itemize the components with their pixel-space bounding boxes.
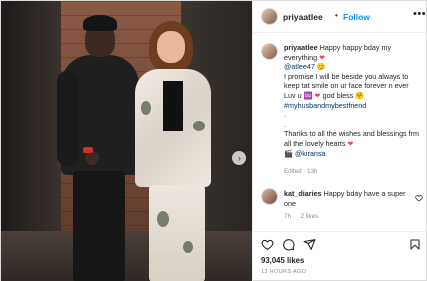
likes-count[interactable]: 93,045 likes <box>261 256 304 265</box>
woman-face <box>157 31 185 63</box>
post-header: priyaatlee • Follow ••• <box>253 1 427 33</box>
share-icon <box>303 238 315 250</box>
follow-button[interactable]: Follow <box>343 12 370 22</box>
man-legs <box>73 171 125 281</box>
comment-meta: 7h 2 likes <box>284 213 326 220</box>
caption-username[interactable]: priyaatlee <box>284 43 318 52</box>
post-username[interactable]: priyaatlee <box>283 12 323 22</box>
avatar[interactable] <box>261 8 278 25</box>
comment-button[interactable] <box>281 237 295 251</box>
woman-top <box>163 81 183 131</box>
woman-pants <box>149 185 205 281</box>
comment-row: kat_diaries Happy bday have a super one … <box>253 185 427 225</box>
caption-text: priyaatlee Happy happy bday my everythin… <box>284 43 424 158</box>
comment-age: 7h <box>284 213 291 220</box>
caption-dot-2: . <box>284 119 286 129</box>
next-photo-button[interactable]: › <box>232 151 246 165</box>
mention-link[interactable]: @atlee47 <box>284 62 315 71</box>
wristband <box>83 147 93 153</box>
separator-dot: • <box>335 11 338 20</box>
edited-timestamp: Edited · 13h <box>284 168 318 175</box>
man-arm <box>57 71 79 166</box>
caption-line-3a: Luv u <box>284 90 302 100</box>
heart-emoji: ❤ <box>314 90 321 100</box>
caption-dot-1: . <box>284 110 286 120</box>
post-sidebar: priyaatlee • Follow ••• priyaatlee Happy… <box>252 1 427 281</box>
infinity-emoji: ♾️ <box>303 90 313 100</box>
like-button[interactable] <box>260 237 274 251</box>
heart-emoji: ❤ <box>319 52 326 62</box>
caption: priyaatlee Happy happy bday my everythin… <box>253 35 427 180</box>
photo-floor <box>1 231 252 281</box>
man-hand <box>85 151 99 165</box>
avatar[interactable] <box>261 43 278 60</box>
comment-likes[interactable]: 2 likes <box>301 213 319 220</box>
heart-icon[interactable] <box>415 194 423 202</box>
man-cap <box>83 15 117 31</box>
avatar[interactable] <box>261 188 278 205</box>
bookmark-icon <box>410 239 420 249</box>
action-bar <box>253 231 427 253</box>
jacket-pattern <box>141 101 151 115</box>
comment-username[interactable]: kat_diaries <box>284 189 322 198</box>
save-button[interactable] <box>408 237 422 251</box>
caption-line-2: I promise I will be beside you always to… <box>284 71 409 91</box>
comment-icon <box>282 238 294 250</box>
mention-link-2[interactable]: @kiransa <box>295 149 325 158</box>
more-icon[interactable]: ••• <box>413 8 426 20</box>
hashtag-link[interactable]: #myhusbandmybestfriend <box>284 101 366 110</box>
camera-emoji: 🎬 <box>284 148 293 158</box>
caption-line-3b: god bless <box>322 90 354 100</box>
pants-pattern <box>157 211 169 227</box>
comment-text: kat_diaries Happy bday have a super one <box>284 189 406 208</box>
heart-icon <box>261 239 273 250</box>
heart-emoji: ❤ <box>347 138 354 148</box>
post-time: 13 HOURS AGO <box>261 269 307 275</box>
hug-emoji: 🤗 <box>355 90 365 100</box>
chevron-right-icon: › <box>238 152 241 163</box>
share-button[interactable] <box>302 237 316 251</box>
pants-pattern <box>183 241 193 253</box>
smile-emoji: 😊 <box>316 62 326 72</box>
post-frame: › priyaatlee • Follow ••• priyaatlee Hap… <box>0 0 427 281</box>
post-photo[interactable]: › <box>1 1 252 281</box>
jacket-pattern <box>193 121 205 131</box>
